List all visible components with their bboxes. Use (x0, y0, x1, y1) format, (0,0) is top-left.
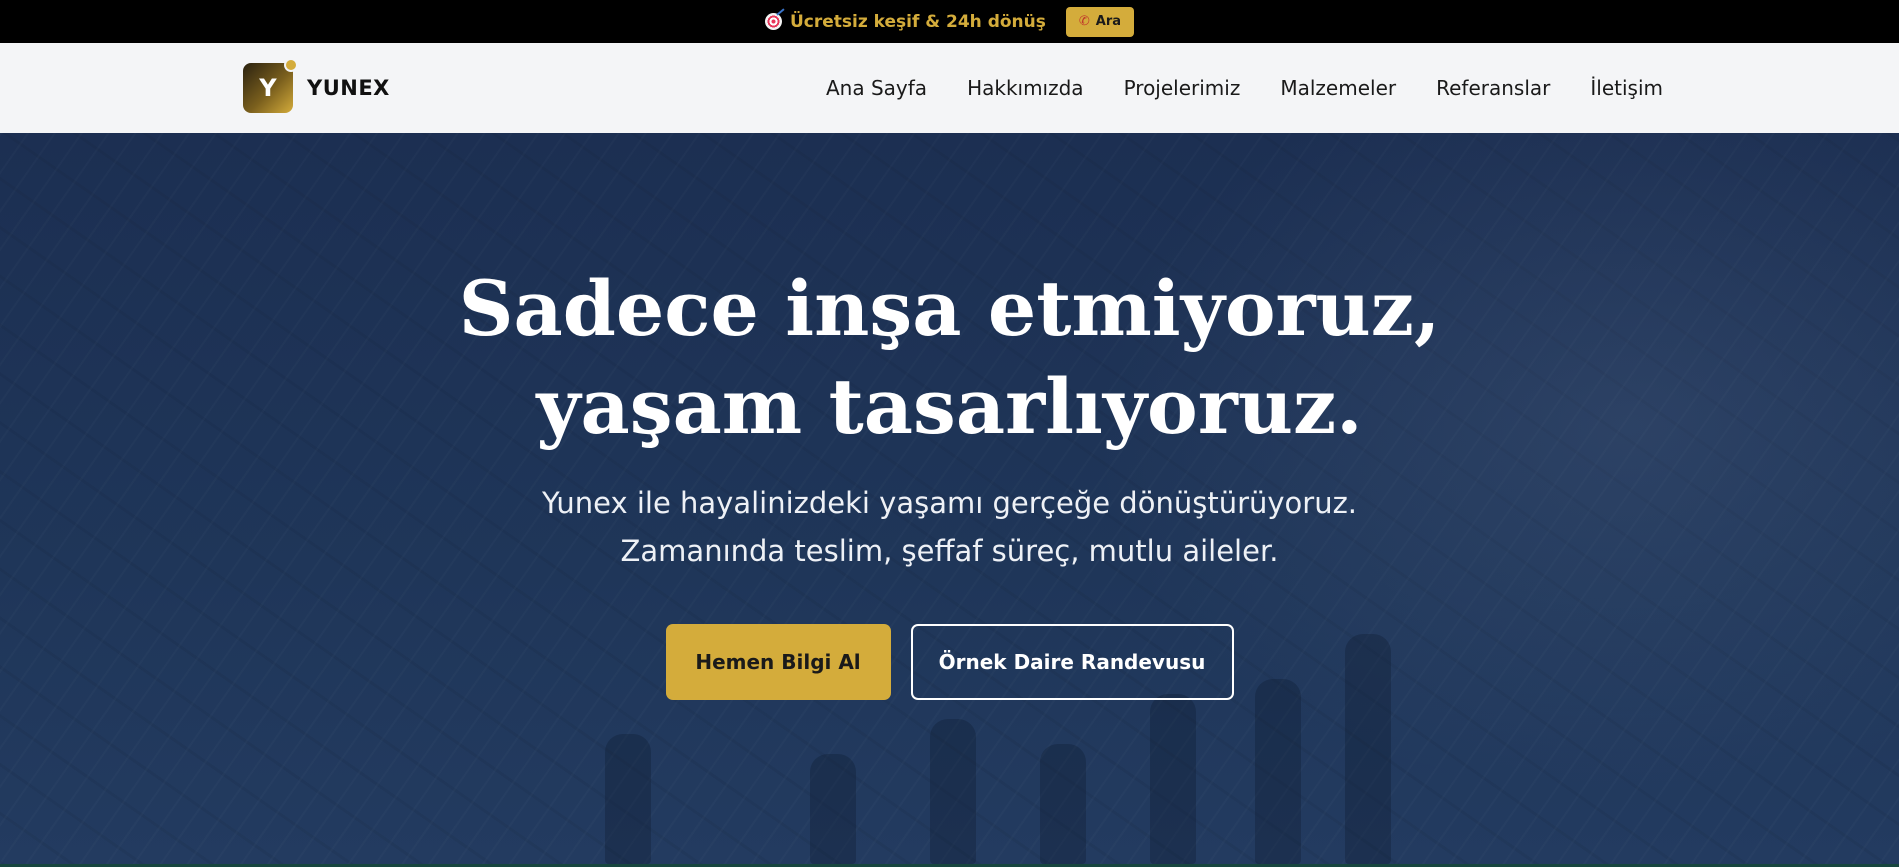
sample-apartment-appointment-button[interactable]: Örnek Daire Randevusu (910, 624, 1234, 700)
call-button-label: Ara (1095, 14, 1122, 29)
hero-section: Sadece inşa etmiyoruz, yaşam tasarlıyoru… (0, 133, 1899, 864)
worker-silhouette (1150, 694, 1196, 864)
target-icon (764, 13, 782, 30)
logo-dot (284, 58, 298, 72)
hero-subtitle-line-1: Yunex ile hayalinizdeki yaşamı gerçeğe d… (541, 486, 1358, 520)
brand-logo[interactable]: Y YUNEX (243, 58, 390, 113)
nav-item-malzemeler[interactable]: Malzemeler (1280, 76, 1396, 100)
brand-name: YUNEX (307, 76, 390, 100)
worker-silhouette (810, 754, 856, 864)
worker-silhouette (1040, 744, 1086, 864)
worker-silhouette (605, 734, 651, 864)
main-nav: Ana Sayfa Hakkımızda Projelerimiz Malzem… (826, 43, 1663, 133)
call-button[interactable]: ✆ Ara (1065, 6, 1135, 37)
announcement-text: Ücretsiz keşif & 24h dönüş (789, 11, 1046, 32)
worker-silhouette (1255, 679, 1301, 864)
nav-item-hakkimizda[interactable]: Hakkımızda (967, 76, 1084, 100)
logo-letter: Y (259, 74, 277, 102)
announcement-bar: Ücretsiz keşif & 24h dönüş ✆ Ara (0, 0, 1899, 43)
nav-item-referanslar[interactable]: Referanslar (1436, 76, 1550, 100)
hero-subtitle: Yunex ile hayalinizdeki yaşamı gerçeğe d… (0, 479, 1899, 575)
announcement-message: Ücretsiz keşif & 24h dönüş (764, 11, 1046, 32)
phone-icon: ✆ (1078, 14, 1090, 29)
hero-actions: Hemen Bilgi Al Örnek Daire Randevusu (0, 624, 1899, 700)
site-header: Y YUNEX Ana Sayfa Hakkımızda Projelerimi… (0, 43, 1899, 133)
hero-title-line-1: Sadece inşa etmiyoruz, (458, 264, 1441, 353)
info-request-button[interactable]: Hemen Bilgi Al (665, 624, 891, 700)
hero-subtitle-line-2: Zamanında teslim, şeffaf süreç, mutlu ai… (620, 534, 1279, 568)
logo-mark: Y (243, 58, 298, 113)
hero-title-line-2: yaşam tasarlıyoruz. (536, 362, 1363, 451)
nav-item-iletisim[interactable]: İletişim (1590, 76, 1663, 100)
nav-item-ana-sayfa[interactable]: Ana Sayfa (826, 76, 927, 100)
worker-silhouette (930, 719, 976, 864)
hero-title: Sadece inşa etmiyoruz, yaşam tasarlıyoru… (0, 260, 1899, 456)
nav-item-projelerimiz[interactable]: Projelerimiz (1124, 76, 1241, 100)
